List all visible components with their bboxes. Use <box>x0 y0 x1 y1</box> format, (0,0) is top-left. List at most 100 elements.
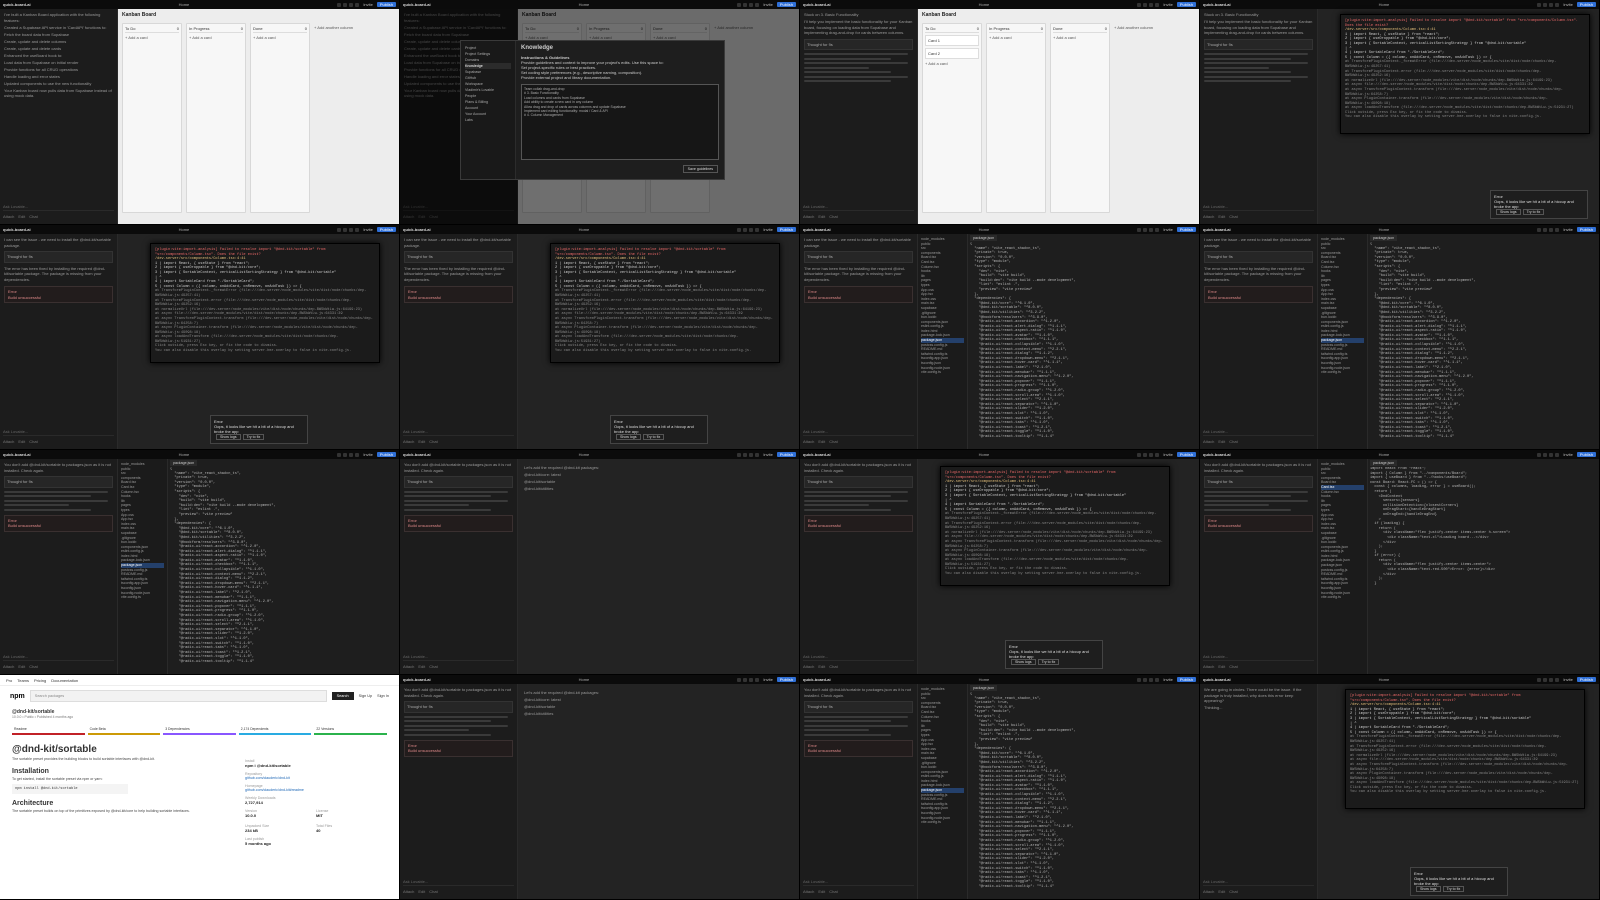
publish-button[interactable]: Publish <box>776 227 796 232</box>
add-card-button[interactable]: + Add a card <box>1053 33 1107 40</box>
edit-button[interactable]: Edit <box>418 439 425 444</box>
add-column-button[interactable]: + Add another column <box>314 23 353 213</box>
try-fix-button[interactable]: Try to fix <box>242 434 265 440</box>
invite-button[interactable]: Invite <box>363 227 373 232</box>
toolbar-icon[interactable] <box>743 2 748 7</box>
attach-button[interactable]: Attach <box>403 439 414 444</box>
add-card-button[interactable]: + Add a card <box>989 33 1043 40</box>
toolbar-icon[interactable] <box>337 2 342 7</box>
toolbar-icon[interactable] <box>355 2 360 7</box>
editor-tab[interactable]: package.json <box>170 460 198 466</box>
vite-error-overlay[interactable]: [plugin:vite:import-analysis] Failed to … <box>550 243 780 363</box>
toolbar-icon[interactable] <box>749 452 754 457</box>
file-tree-item[interactable]: vite.config.ts <box>1321 370 1364 375</box>
app-title[interactable]: quick-board-ai <box>403 677 431 682</box>
publish-button[interactable]: Publish <box>376 452 396 457</box>
toolbar-icon[interactable] <box>1537 452 1542 457</box>
publish-button[interactable]: Publish <box>1576 2 1596 7</box>
toolbar-icon[interactable] <box>1549 227 1554 232</box>
vite-error-overlay[interactable]: [plugin:vite:import-analysis] Failed to … <box>1345 689 1585 809</box>
editor-tab[interactable]: package.json <box>1370 460 1398 466</box>
toolbar-icon[interactable] <box>1137 227 1142 232</box>
invite-button[interactable]: Invite <box>1563 677 1573 682</box>
chat-mode-button[interactable]: Chat <box>29 214 37 219</box>
invite-button[interactable]: Invite <box>1163 452 1173 457</box>
thought-indicator[interactable]: Thought for 9s <box>804 476 913 488</box>
toolbar-icon[interactable] <box>355 452 360 457</box>
publish-button[interactable]: Publish <box>376 2 396 7</box>
attach-button[interactable]: Attach <box>1203 889 1214 894</box>
toolbar-icon[interactable] <box>749 227 754 232</box>
app-title[interactable]: quick-board-ai <box>1203 677 1231 682</box>
publish-button[interactable]: Publish <box>1176 2 1196 7</box>
npm-tab[interactable]: 3 Dependencies <box>163 725 236 735</box>
toolbar-icon[interactable] <box>349 227 354 232</box>
app-title[interactable]: quick-board-ai <box>3 452 31 457</box>
npm-homepage-link[interactable]: github.com/clauderic/dnd-kit#readme <box>245 788 385 792</box>
toolbar-icon[interactable] <box>743 677 748 682</box>
chat-mode-button[interactable]: Chat <box>829 214 837 219</box>
npm-signin-link[interactable]: Sign In <box>377 694 389 698</box>
column-name[interactable]: To Do <box>125 26 135 31</box>
knowledge-textarea[interactable]: Team collab drag-and-drop # 3. Basic Func… <box>521 84 719 160</box>
settings-nav-item[interactable]: Labs <box>465 117 511 123</box>
toolbar-icon[interactable] <box>355 227 360 232</box>
toolbar-icon[interactable] <box>1149 452 1154 457</box>
npm-topnav-link[interactable]: Teams <box>17 678 29 683</box>
toolbar-icon[interactable] <box>755 452 760 457</box>
toolbar-icon[interactable] <box>1149 2 1154 7</box>
column-name[interactable]: To Do <box>925 26 935 31</box>
edit-button[interactable]: Edit <box>818 439 825 444</box>
error-card[interactable]: Error Build unsuccessful <box>404 739 513 757</box>
error-card[interactable]: Error Build unsuccessful <box>4 514 113 532</box>
app-title[interactable]: quick-board-ai <box>3 2 31 7</box>
toolbar-icon[interactable] <box>743 452 748 457</box>
toolbar-icon[interactable] <box>1155 677 1160 682</box>
column-name[interactable]: Done <box>253 26 263 31</box>
error-card[interactable]: Error Build unsuccessful <box>804 286 913 303</box>
app-title[interactable]: quick-board-ai <box>1203 227 1231 232</box>
thought-indicator[interactable]: Thought for 9s <box>804 251 913 263</box>
thought-indicator[interactable]: Thought for 9s <box>804 701 913 713</box>
save-guidelines-button[interactable]: Save guidelines <box>682 165 718 173</box>
invite-button[interactable]: Invite <box>763 452 773 457</box>
npm-search-button[interactable]: Search <box>331 692 354 700</box>
attach-button[interactable]: Attach <box>1203 214 1214 219</box>
editor-tab[interactable]: package.json <box>970 235 998 241</box>
toolbar-icon[interactable] <box>1555 677 1560 682</box>
toolbar-icon[interactable] <box>343 227 348 232</box>
toolbar-icon[interactable] <box>1555 2 1560 7</box>
publish-button[interactable]: Publish <box>1576 227 1596 232</box>
attach-button[interactable]: Attach <box>3 439 14 444</box>
npm-install-cmd[interactable]: npm i @dnd-kit/sortable <box>245 763 385 768</box>
toolbar-icon[interactable] <box>1149 677 1154 682</box>
chat-mode-button[interactable]: Chat <box>29 439 37 444</box>
toolbar-icon[interactable] <box>755 2 760 7</box>
try-fix-button[interactable]: Try to fix <box>1442 886 1465 892</box>
toolbar-icon[interactable] <box>1537 2 1542 7</box>
app-title[interactable]: quick-board-ai <box>1203 452 1231 457</box>
app-title[interactable]: quick-board-ai <box>803 2 831 7</box>
toolbar-icon[interactable] <box>1155 227 1160 232</box>
attach-button[interactable]: Attach <box>803 214 814 219</box>
edit-button[interactable]: Edit <box>18 439 25 444</box>
publish-button[interactable]: Publish <box>1176 452 1196 457</box>
vite-error-overlay[interactable]: [plugin:vite:import-analysis] Failed to … <box>940 466 1170 586</box>
invite-button[interactable]: Invite <box>763 227 773 232</box>
npm-repo-link[interactable]: github.com/clauderic/dnd-kit <box>245 776 385 780</box>
publish-button[interactable]: Publish <box>1576 452 1596 457</box>
show-logs-button[interactable]: Show logs <box>1496 209 1521 215</box>
column-name[interactable]: In Progress <box>189 26 209 31</box>
publish-button[interactable]: Publish <box>376 227 396 232</box>
publish-button[interactable]: Publish <box>776 677 796 682</box>
npm-tab[interactable]: 22 Versions <box>314 725 387 735</box>
thought-indicator[interactable]: Thought for 9s <box>404 701 513 713</box>
npm-signup-link[interactable]: Sign Up <box>359 694 373 698</box>
edit-button[interactable]: Edit <box>818 214 825 219</box>
toolbar-icon[interactable] <box>1155 2 1160 7</box>
thought-indicator[interactable]: Thought for 9s <box>1204 38 1313 50</box>
toolbar-icon[interactable] <box>1137 452 1142 457</box>
toolbar-icon[interactable] <box>737 452 742 457</box>
toolbar-icon[interactable] <box>337 227 342 232</box>
show-logs-button[interactable]: Show logs <box>616 434 641 440</box>
